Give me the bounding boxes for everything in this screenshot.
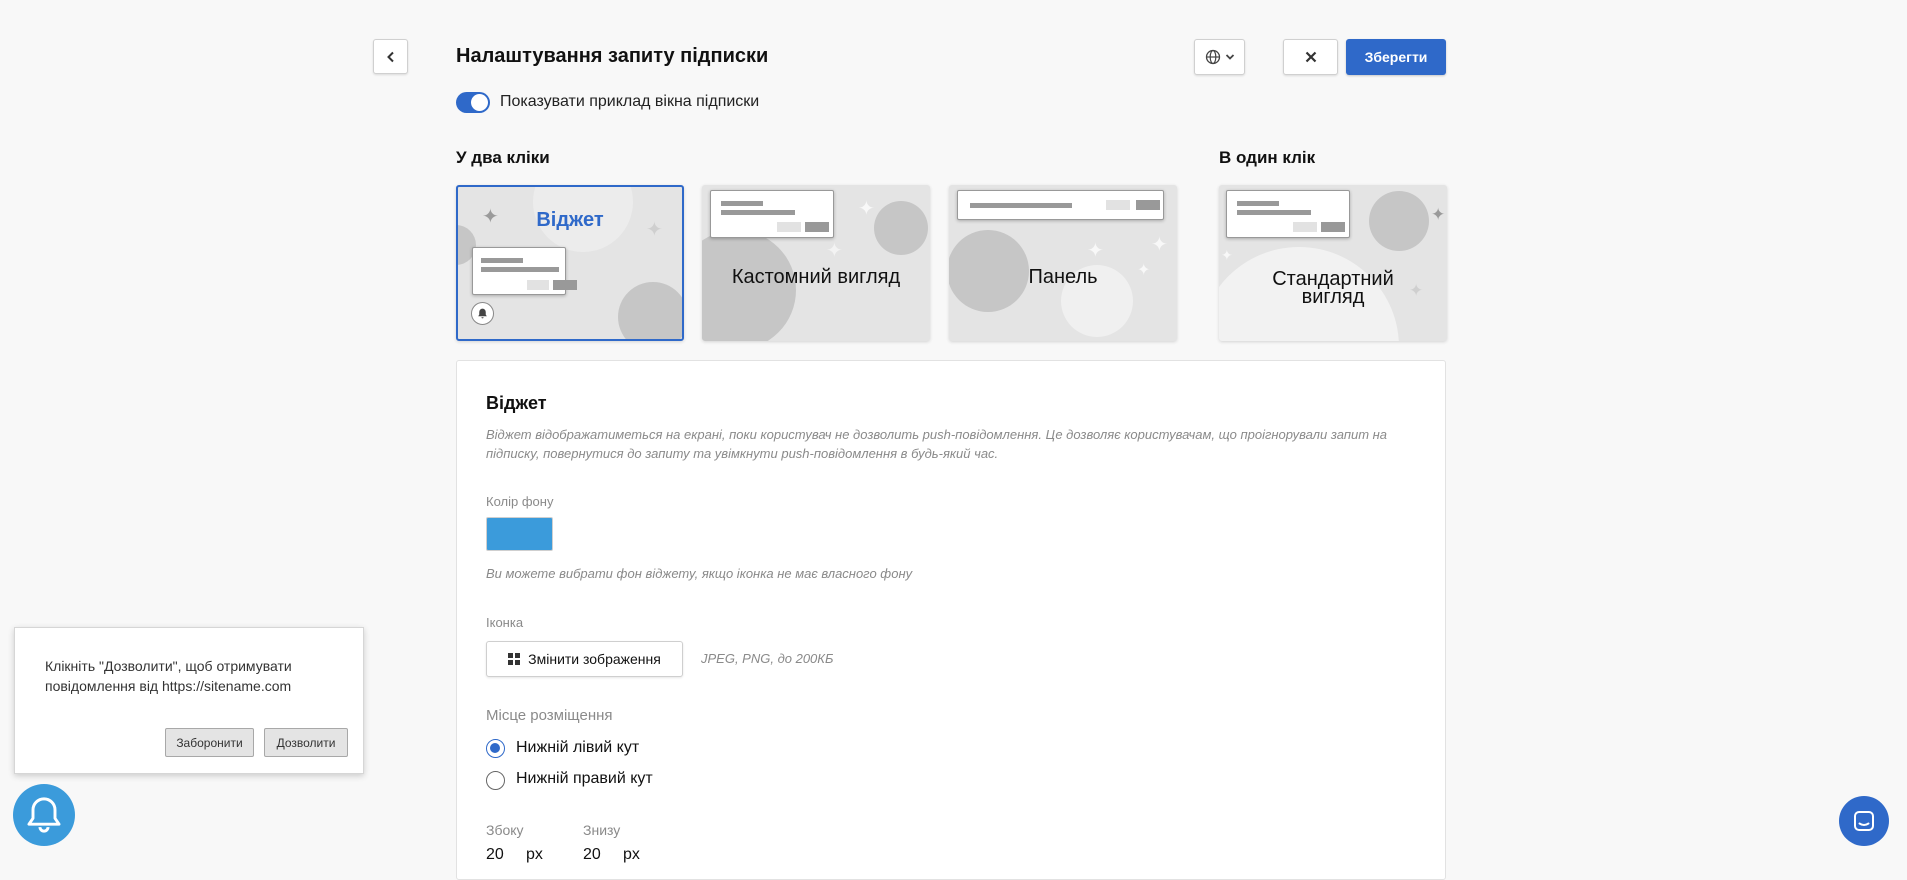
- preview-toggle[interactable]: [456, 92, 490, 113]
- popup-message: Клікніть "Дозволити", щоб отримувати пов…: [45, 658, 292, 694]
- bell-icon: [27, 797, 61, 833]
- grid-icon: [508, 653, 521, 665]
- chevron-down-icon: [1225, 54, 1234, 60]
- icon-label: Іконка: [486, 615, 524, 630]
- card-label: Панель: [1028, 266, 1098, 288]
- panel-description: Віджет відображатиметься на екрані, поки…: [486, 427, 1388, 461]
- image-format-hint: JPEG, PNG, до 200КБ: [701, 651, 834, 666]
- globe-icon: [1205, 49, 1220, 65]
- change-image-label: Змінити зображення: [528, 651, 661, 667]
- chat-widget[interactable]: [1839, 796, 1889, 846]
- radio-bottom-right-label[interactable]: Нижній правий кут: [516, 770, 653, 788]
- card-label: Кастомний вигляд: [731, 266, 901, 288]
- back-button[interactable]: [373, 39, 408, 74]
- mini-window: [472, 247, 577, 295]
- sparkle-icon: ✦: [1087, 240, 1104, 262]
- save-button[interactable]: Зберегти: [1346, 39, 1446, 75]
- allow-button[interactable]: Дозволити: [264, 728, 348, 757]
- offset-bottom-unit: px: [623, 846, 640, 863]
- bell-icon: [471, 302, 494, 325]
- placement-label: Місце розміщення: [486, 707, 613, 724]
- card-standard-view[interactable]: ✦ ✦ ✦ Стандартний вигляд: [1219, 185, 1447, 341]
- notification-widget[interactable]: [13, 784, 75, 846]
- language-selector[interactable]: [1194, 39, 1245, 75]
- sparkle-icon: ✦: [826, 240, 843, 262]
- card-widget[interactable]: ✦ ✦ Віджет: [456, 185, 684, 341]
- offset-bottom-label: Знизу: [583, 822, 621, 838]
- card-custom-view[interactable]: ✦ ✦ Кастомний вигляд: [702, 185, 930, 341]
- panel-title: Віджет: [486, 393, 547, 413]
- sparkle-icon: ✦: [858, 198, 875, 220]
- close-icon: [1305, 51, 1316, 63]
- radio-bottom-right[interactable]: [486, 771, 505, 790]
- sparkle-icon: ✦: [1221, 247, 1233, 263]
- chat-icon: [1854, 811, 1874, 831]
- radio-bottom-left-label[interactable]: Нижній лівий кут: [516, 739, 639, 757]
- mini-window: [1226, 190, 1350, 238]
- card-panel[interactable]: ✦ ✦ ✦ Панель: [949, 185, 1177, 341]
- card-label: Віджет: [536, 209, 604, 231]
- offset-side-unit: px: [526, 846, 543, 863]
- chevron-left-icon: [386, 51, 394, 62]
- toggle-knob: [471, 94, 488, 111]
- offset-side-input[interactable]: 20: [486, 846, 504, 864]
- deny-button[interactable]: Заборонити: [165, 728, 254, 757]
- offset-bottom-input[interactable]: 20: [583, 846, 601, 864]
- one-click-heading: В один клік: [1219, 148, 1316, 167]
- two-click-heading: У два кліки: [456, 148, 550, 167]
- bg-color-picker[interactable]: [486, 517, 553, 551]
- mini-window: [710, 190, 834, 238]
- change-image-button[interactable]: Змінити зображення: [486, 641, 683, 677]
- bg-color-hint: Ви можете вибрати фон віджету, якщо ікон…: [486, 566, 913, 581]
- sparkle-icon: ✦: [1151, 234, 1168, 256]
- page-title: Налаштування запиту підписки: [456, 45, 769, 67]
- sparkle-icon: ✦: [1431, 205, 1446, 224]
- offset-side-label: Збоку: [486, 822, 524, 838]
- bg-color-label: Колір фону: [486, 494, 554, 509]
- close-button[interactable]: [1283, 39, 1338, 75]
- mini-window: [957, 190, 1164, 220]
- radio-bottom-left[interactable]: [486, 739, 505, 758]
- card-label: Стандартний вигляд: [1272, 268, 1394, 308]
- preview-toggle-label: Показувати приклад вікна підписки: [500, 93, 760, 110]
